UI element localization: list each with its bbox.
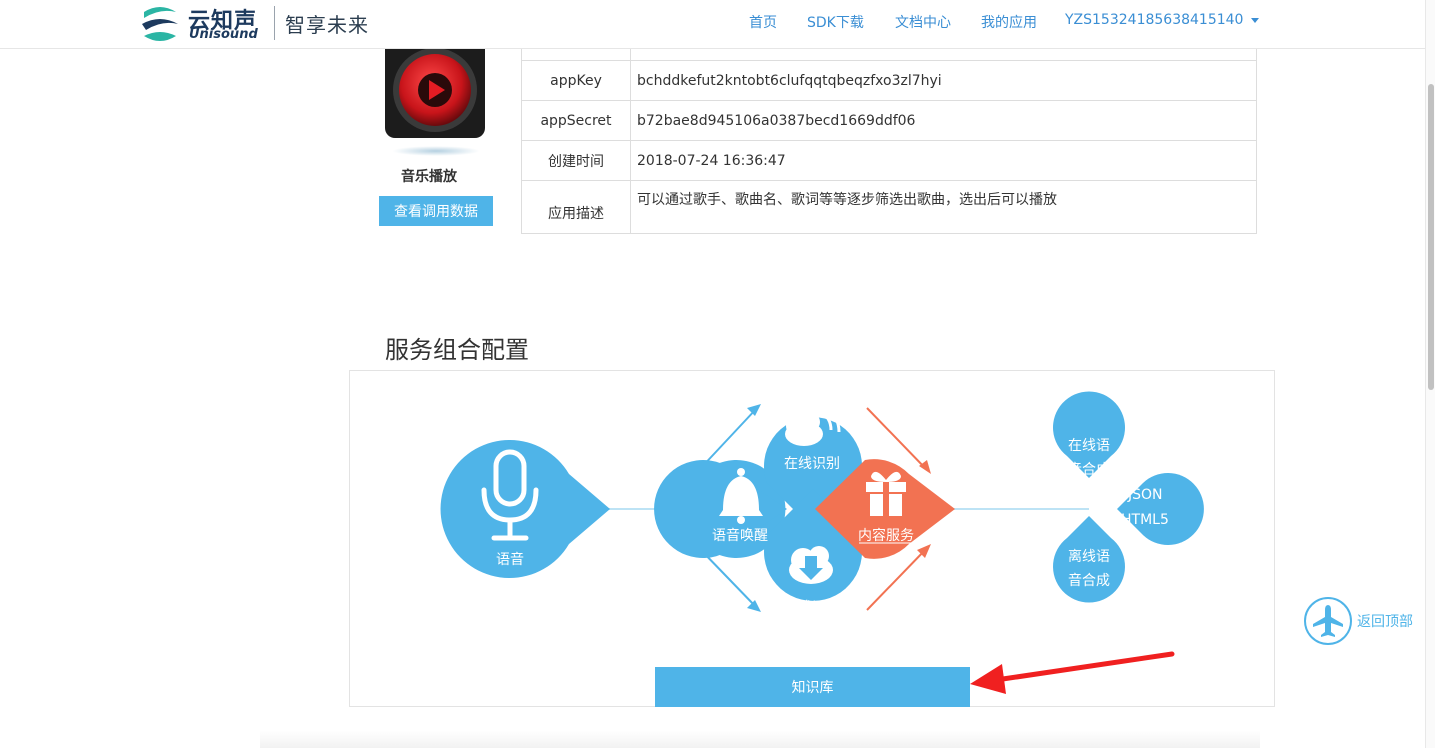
output-label-json: JSON	[1128, 487, 1163, 503]
logo-slogan: 智享未来	[285, 13, 369, 37]
field-label-description: 应用描述	[521, 180, 631, 234]
view-call-data-button[interactable]: 查看调用数据	[379, 196, 493, 226]
back-to-top-icon[interactable]	[1303, 596, 1353, 646]
table-row: appKey bchddkefut2kntobt6clufqqtqbeqzfxo…	[521, 60, 1257, 101]
nav-home[interactable]: 首页	[749, 12, 777, 32]
content-service-label: 内容服务	[858, 528, 914, 544]
online-tts-label-2: 音合成	[1068, 462, 1110, 478]
section-title: 服务组合配置	[385, 336, 529, 364]
logo-text-en[interactable]: Unisound	[189, 27, 258, 42]
wakeup-label: 语音唤醒	[712, 528, 768, 544]
table-row: 应用描述 可以通过歌手、歌曲名、歌词等等逐步筛选出歌曲，选出后可以播放	[521, 180, 1257, 234]
chevron-down-icon	[1251, 17, 1260, 23]
field-value-created: 2018-07-24 16:36:47	[630, 140, 1257, 181]
user-name: YZS15324185638415140	[1065, 12, 1244, 28]
offline-asr-label: 离线识别	[784, 600, 840, 616]
field-value-description: 可以通过歌手、歌曲名、歌词等等逐步筛选出歌曲，选出后可以播放	[630, 180, 1257, 234]
play-icon	[393, 48, 477, 132]
logo-divider	[274, 6, 275, 40]
online-asr-label: 在线识别	[784, 456, 840, 472]
unisound-logo-icon[interactable]	[138, 2, 182, 46]
field-value-appkey: bchddkefut2kntobt6clufqqtqbeqzfxo3zl7hyi	[630, 60, 1257, 101]
annotation-arrow-icon	[970, 651, 1175, 694]
scrollbar-thumb[interactable]	[1428, 84, 1434, 390]
output-label-html5: HTML5	[1121, 512, 1169, 528]
field-label-created: 创建时间	[521, 140, 631, 181]
app-icon-shadow	[392, 146, 480, 156]
offline-tts-label-2: 音合成	[1068, 573, 1110, 589]
footer-shadow	[260, 730, 1260, 748]
knowledge-base-button[interactable]: 知识库	[655, 667, 970, 707]
voice-label: 语音	[496, 552, 524, 568]
nav-my-apps[interactable]: 我的应用	[981, 12, 1037, 32]
app-name: 音乐播放	[401, 169, 457, 185]
user-menu[interactable]: YZS15324185638415140	[1065, 12, 1260, 28]
top-navbar: 云知声 Unisound 智享未来 首页 SDK下载 文档中心 我的应用 YZS…	[0, 0, 1425, 49]
field-value-appsecret: b72bae8d945106a0387becd1669ddf06	[630, 100, 1257, 141]
nav-sdk-download[interactable]: SDK下载	[807, 12, 864, 32]
table-row: appSecret b72bae8d945106a0387becd1669ddf…	[521, 100, 1257, 141]
offline-tts-label-1: 离线语	[1068, 549, 1110, 565]
online-tts-label-1: 在线语	[1068, 438, 1110, 454]
voice-node[interactable]	[440, 439, 610, 578]
app-icon	[385, 38, 485, 138]
vertical-scrollbar[interactable]	[1425, 0, 1435, 748]
nav-docs[interactable]: 文档中心	[895, 12, 951, 32]
cloud-download-icon	[789, 546, 833, 584]
output-node[interactable]	[1117, 473, 1204, 545]
app-info-table: appKey bchddkefut2kntobt6clufqqtqbeqzfxo…	[521, 38, 1257, 234]
field-label-appsecret: appSecret	[521, 100, 631, 141]
field-label-appkey: appKey	[521, 60, 631, 101]
table-row: 创建时间 2018-07-24 16:36:47	[521, 140, 1257, 181]
back-to-top-label[interactable]: 返回顶部	[1357, 611, 1413, 631]
